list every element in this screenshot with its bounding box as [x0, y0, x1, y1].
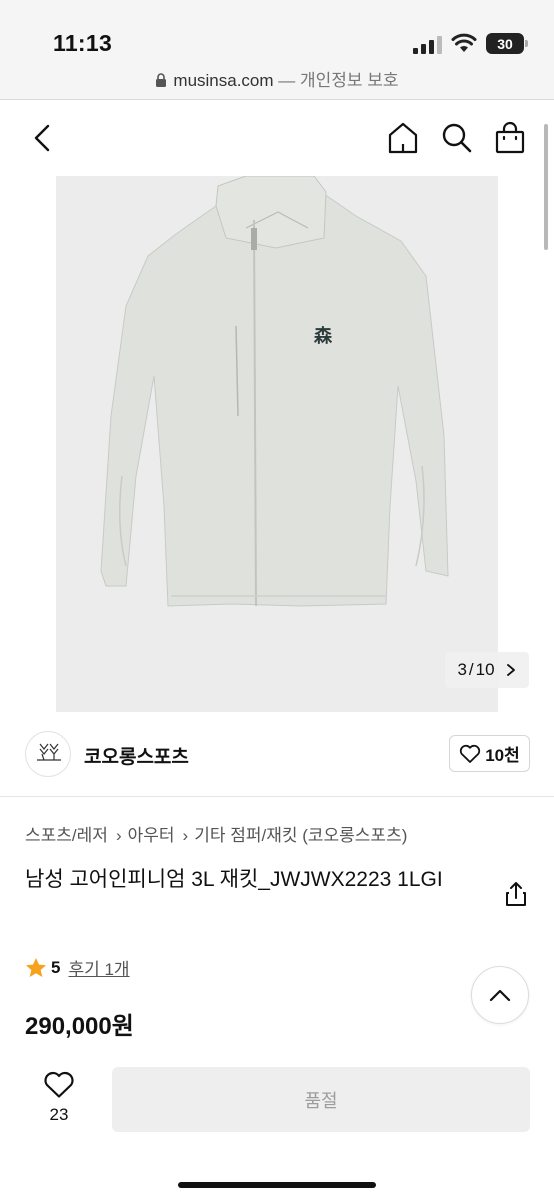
brand-like-count: 10천 [485, 746, 520, 765]
search-icon[interactable] [440, 120, 474, 156]
heart-icon [44, 1071, 74, 1098]
scroll-to-top-button[interactable] [471, 966, 529, 1024]
star-icon [26, 958, 46, 977]
image-counter[interactable]: 3 / 10 [445, 652, 529, 688]
url-privacy-note: — 개인정보 보호 [278, 71, 399, 90]
brand-like-button[interactable]: 10천 [449, 735, 530, 772]
chevron-right-icon [506, 664, 515, 676]
lock-icon [156, 73, 167, 87]
home-indicator[interactable] [178, 1182, 376, 1188]
browser-status-bar: 11:13 30 musinsa.com — 개인정보 보호 [0, 0, 554, 100]
breadcrumb-separator-icon: › [182, 826, 189, 845]
image-counter-separator: / [468, 660, 474, 679]
breadcrumb-item-outer[interactable]: 아우터 [128, 826, 175, 845]
shopping-bag-icon[interactable] [493, 120, 527, 156]
brand-name[interactable]: 코오롱스포츠 [84, 742, 189, 769]
product-image[interactable]: 森 [56, 176, 498, 712]
product-like-button[interactable]: 23 [28, 1068, 90, 1130]
heart-icon [460, 744, 481, 763]
breadcrumb-item-category[interactable]: 기타 점퍼/재킷 (코오롱스포츠) [194, 826, 407, 845]
brand-logo[interactable] [25, 731, 71, 777]
battery-indicator: 30 [486, 33, 528, 54]
status-time: 11:13 [53, 30, 113, 56]
image-counter-total: 10 [475, 660, 495, 679]
kolon-sport-logo-icon [37, 743, 61, 761]
svg-text:森: 森 [314, 325, 333, 347]
scrollbar-thumb[interactable] [544, 124, 548, 250]
chevron-up-icon [489, 989, 511, 1002]
jacket-image: 森 [56, 176, 498, 712]
cellular-signal-icon [413, 36, 442, 54]
rating-score: 5 [51, 957, 61, 977]
breadcrumb-separator-icon: › [115, 826, 122, 845]
section-divider [0, 796, 554, 797]
breadcrumb-item-sports[interactable]: 스포츠/레저 [25, 826, 108, 845]
product-like-count: 23 [49, 1105, 69, 1124]
sold-out-button[interactable]: 품절 [112, 1067, 530, 1132]
product-rating: 5 후기 1개 [25, 955, 130, 980]
product-price: 290,000원 [25, 1013, 134, 1040]
image-counter-current: 3 [457, 660, 467, 679]
url-domain: musinsa.com [173, 71, 274, 90]
product-title: 남성 고어인피니엄 3L 재킷_JWJWX2223 1LGI [25, 868, 443, 891]
url-bar[interactable]: musinsa.com — 개인정보 보호 [0, 66, 554, 91]
reviews-link[interactable]: 후기 1개 [68, 955, 129, 980]
home-icon[interactable] [386, 120, 420, 156]
back-arrow-icon[interactable] [28, 122, 58, 154]
wifi-icon [451, 33, 477, 52]
breadcrumb: 스포츠/레저 › 아우터 › 기타 점퍼/재킷 (코오롱스포츠) [25, 821, 407, 846]
share-icon[interactable] [503, 880, 529, 908]
